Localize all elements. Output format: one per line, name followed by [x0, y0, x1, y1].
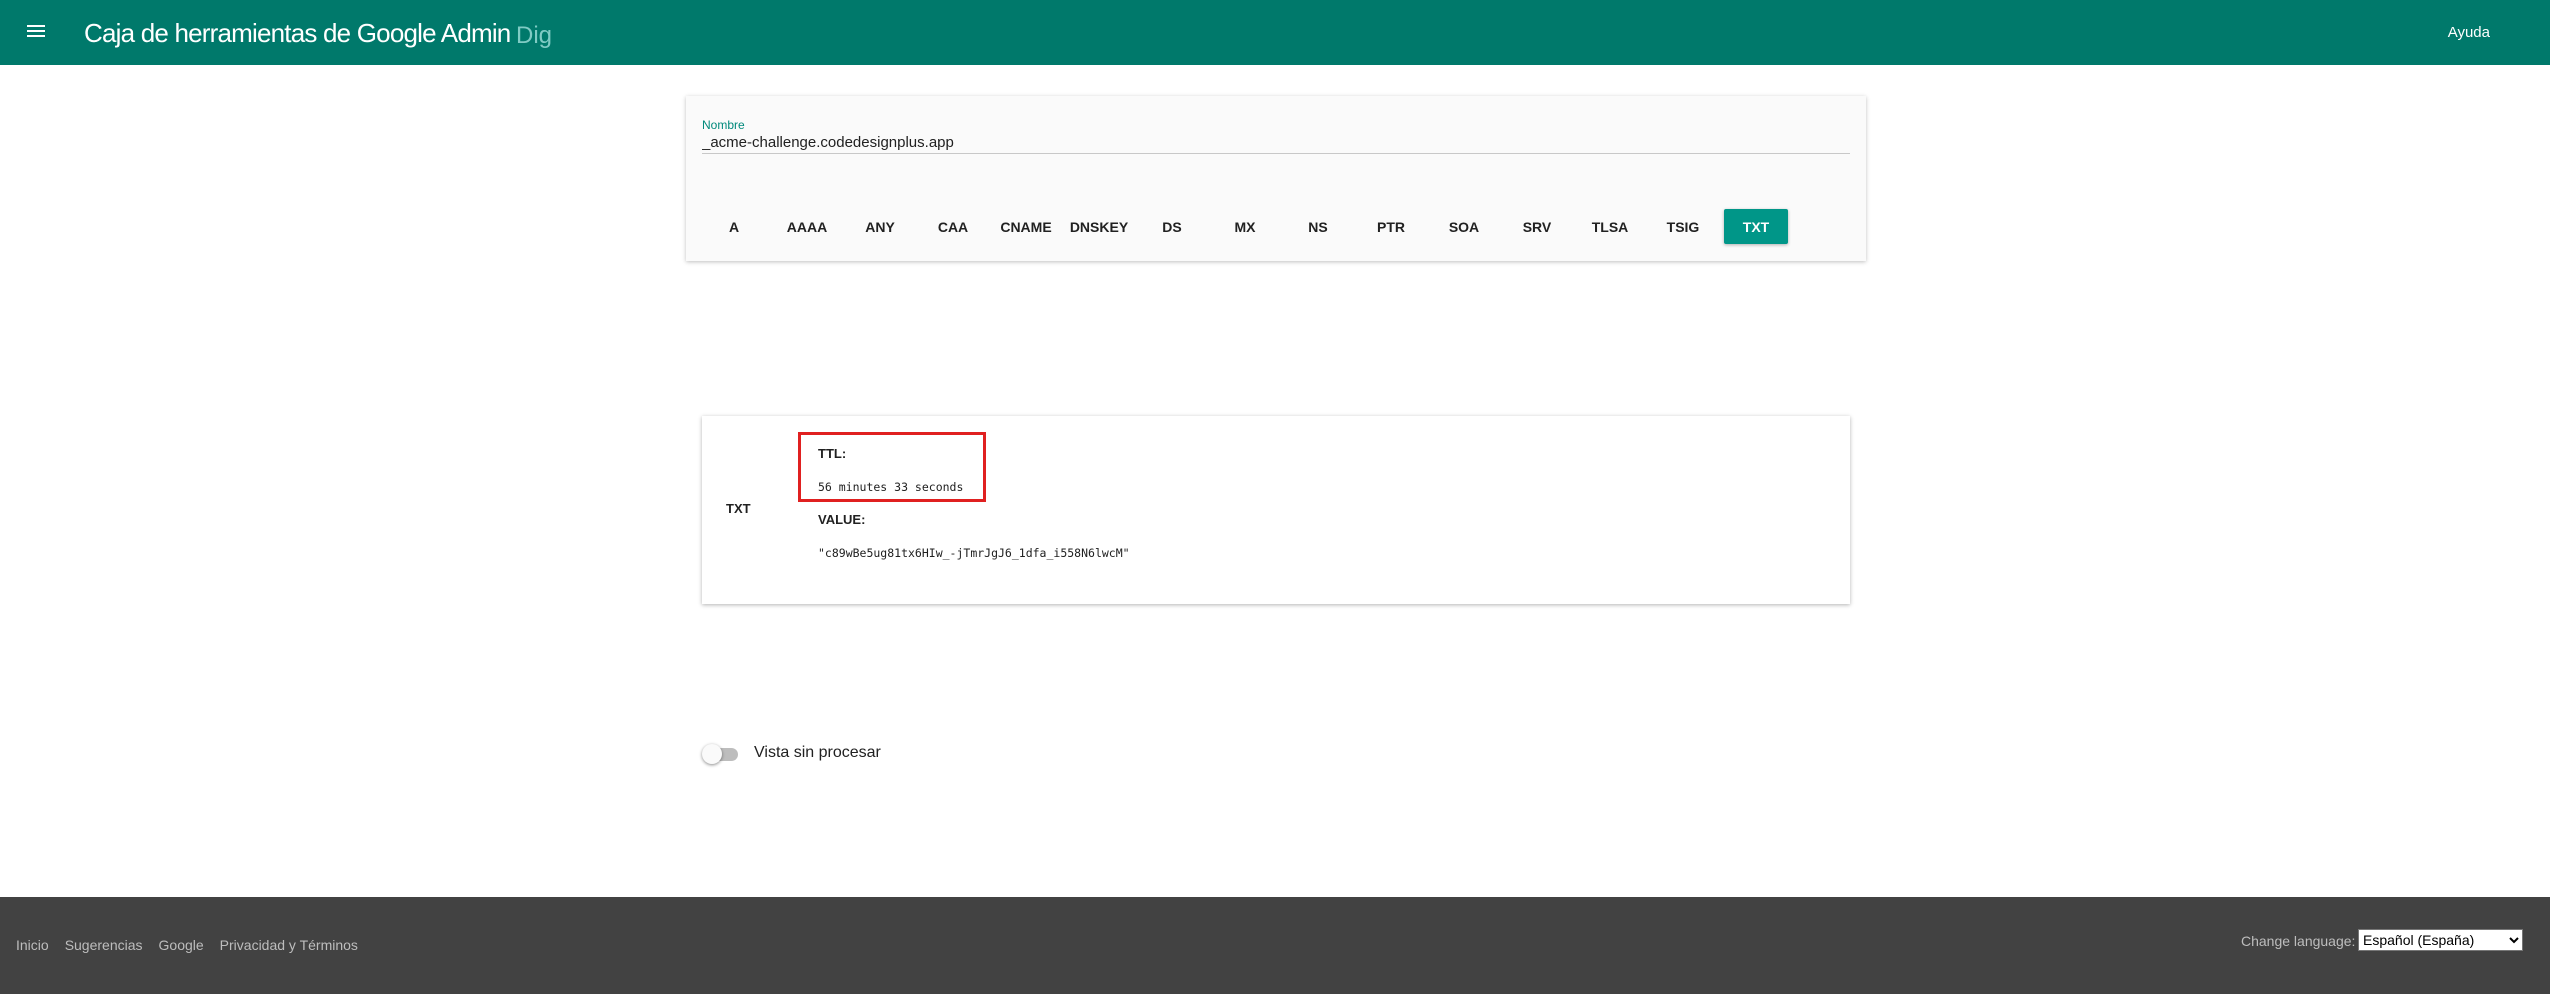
footer-links: Inicio Sugerencias Google Privacidad y Térm… [16, 937, 358, 953]
page-footer: Inicio Sugerencias Google Privacidad y Térm… [0, 897, 2550, 994]
language-label: Change language: [2241, 933, 2356, 949]
record-type-button-tsig[interactable]: TSIG [1651, 209, 1715, 244]
raw-view-toggle[interactable] [702, 744, 738, 764]
footer-link[interactable]: Privacidad y Términos [220, 937, 358, 953]
record-type-button-cname[interactable]: CNAME [994, 209, 1058, 244]
record-type-button-aaaa[interactable]: AAAA [775, 209, 839, 244]
ttl-label: TTL: [818, 446, 847, 461]
record-type-selector: A AAAA ANY CAA CNAME DNSKEY DS MX NS PTR SOA SRV TLS… [702, 209, 1788, 244]
record-type-button-ns[interactable]: NS [1286, 209, 1350, 244]
raw-view-label[interactable]: Vista sin procesar [754, 744, 881, 762]
record-type-button-dnskey[interactable]: DNSKEY [1067, 209, 1131, 244]
app-header: Caja de herramientas de Google Admin Dig… [0, 0, 2550, 65]
result-card: TXT TTL: 56 minutes 33 seconds VALUE: "c… [702, 416, 1850, 604]
name-field-label: Nombre [702, 118, 745, 132]
record-type-button-tlsa[interactable]: TLSA [1578, 209, 1642, 244]
result-record-type: TXT [726, 501, 751, 516]
app-subtitle: Dig [516, 22, 553, 49]
record-type-button-srv[interactable]: SRV [1505, 209, 1569, 244]
app-title: Caja de herramientas de Google Admin [84, 18, 511, 48]
record-type-button-mx[interactable]: MX [1213, 209, 1277, 244]
help-link[interactable]: Ayuda [2448, 24, 2490, 41]
record-type-button-a[interactable]: A [702, 209, 766, 244]
ttl-value: 56 minutes 33 seconds [818, 480, 964, 494]
value-text: "c89wBe5ug81tx6HIw_-jTmrJgJ6_1dfa_i558N6… [818, 546, 1130, 560]
footer-link[interactable]: Google [159, 937, 204, 953]
record-type-button-soa[interactable]: SOA [1432, 209, 1496, 244]
record-type-button-txt[interactable]: TXT [1724, 209, 1788, 244]
record-type-button-caa[interactable]: CAA [921, 209, 985, 244]
value-label: VALUE: [818, 512, 866, 527]
footer-link[interactable]: Inicio [16, 937, 49, 953]
menu-icon[interactable] [24, 19, 48, 43]
record-type-button-any[interactable]: ANY [848, 209, 912, 244]
language-select[interactable]: Español (España) [2358, 929, 2523, 951]
record-type-button-ds[interactable]: DS [1140, 209, 1204, 244]
footer-link[interactable]: Sugerencias [65, 937, 143, 953]
record-type-button-ptr[interactable]: PTR [1359, 209, 1423, 244]
name-input[interactable] [702, 132, 1850, 154]
query-card: Nombre AAAAAANYCAACNAMEDNSKEYDSMXNSPTRSO… [686, 96, 1866, 261]
toggle-knob [702, 744, 722, 764]
